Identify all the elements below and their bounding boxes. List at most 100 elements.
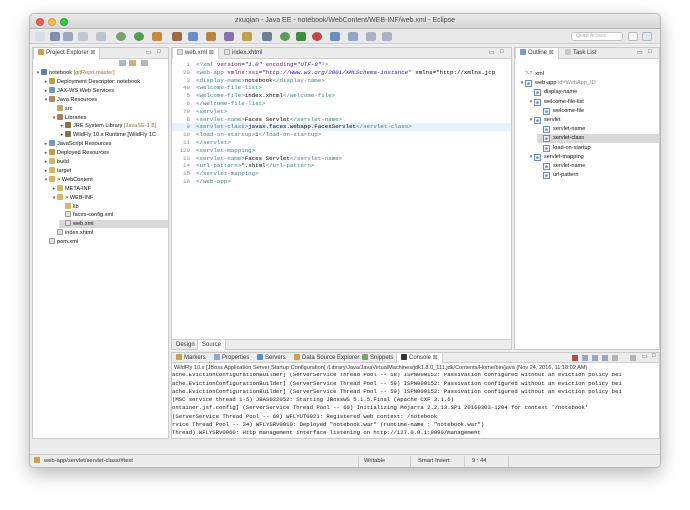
tab-markers[interactable]: Markers [172, 353, 210, 363]
outline-item[interactable]: e servlet-class [537, 134, 659, 144]
code-line[interactable]: 16 </web-app> [172, 178, 511, 186]
open-type-icon[interactable] [206, 32, 216, 41]
outline-item[interactable]: ▾ e servlet [528, 116, 659, 125]
tree-item[interactable]: ▾ Java Resources [43, 95, 168, 104]
outline-item[interactable]: e load-on-startup [537, 144, 659, 153]
outline-item[interactable]: e display-name [528, 88, 659, 97]
tab-outline[interactable]: Outline ⊠ [515, 48, 559, 59]
tab-project-explorer[interactable]: Project Explorer ⊠ [33, 48, 101, 59]
tab-servers[interactable]: Servers [253, 353, 290, 363]
close-icon[interactable]: ⊠ [209, 50, 214, 56]
back-icon[interactable] [366, 32, 376, 41]
search-icon[interactable] [224, 32, 234, 41]
code-line[interactable]: 8 <servlet-name>Faces Servlet</servlet-n… [172, 116, 511, 124]
tab-snippets[interactable]: Snippets [358, 353, 397, 363]
stop-server-icon[interactable] [312, 32, 322, 41]
outline-item[interactable]: e servlet-name [537, 125, 659, 134]
outline-item[interactable]: e url-pattern [537, 171, 659, 180]
code-line[interactable]: 5 <welcome-file>index.xhtml</welcome-fil… [172, 92, 511, 100]
minimize-icon[interactable]: ▭ [642, 353, 648, 360]
code-line[interactable]: 11 </servlet> [172, 139, 511, 147]
code-line[interactable]: 7⊖ <servlet> [172, 108, 511, 116]
link-with-editor-icon[interactable] [129, 60, 136, 66]
close-icon[interactable]: ⊠ [431, 355, 438, 361]
tree-item[interactable]: ▾ > WEB-INF [51, 193, 168, 202]
open-console-icon[interactable] [630, 355, 636, 361]
tree-item[interactable]: ▾ > WebContent [43, 175, 168, 184]
print-icon[interactable] [78, 32, 88, 41]
tree-item[interactable]: ▾ Libraries [51, 113, 168, 122]
java-ee-perspective-icon[interactable] [642, 32, 652, 41]
last-edit-icon[interactable] [348, 32, 358, 41]
code-line[interactable]: 9 <servlet-class>javax.faces.webapp.Face… [172, 123, 511, 132]
outline-item[interactable]: e welcome-file [537, 107, 659, 116]
collapse-all-icon[interactable] [119, 60, 126, 66]
tree-item[interactable]: ▸ JRE System Library [JavaSE-1.8] [59, 122, 168, 130]
run-icon[interactable] [134, 32, 144, 41]
tree-item[interactable]: ▸ Deployment Descriptor: notebook [43, 77, 168, 86]
tree-item[interactable]: faces-config.xml [59, 211, 168, 219]
tab-console[interactable]: Console ⊠ [396, 353, 443, 363]
quick-access-input[interactable]: Quick Access [571, 32, 623, 41]
outline-item[interactable]: ▾ e servlet-mapping [528, 153, 659, 162]
tab-web-xml[interactable]: web.xml ⊠ [172, 48, 219, 59]
minimize-icon[interactable]: ▭ [489, 49, 495, 56]
code-line[interactable]: 3 <display-name>notebook</display-name> [172, 77, 511, 85]
tree-item[interactable]: src [51, 104, 168, 113]
tree-item[interactable]: ▸ WildFly 10.x Runtime [WildFly 1C [59, 131, 168, 139]
tree-item[interactable]: ▸ META-INF [51, 184, 168, 193]
tree-item[interactable]: web.xml [59, 220, 168, 229]
scroll-lock-icon[interactable] [592, 355, 598, 361]
code-line[interactable]: 12⊖ <servlet-mapping> [172, 147, 511, 155]
close-icon[interactable]: ⊠ [549, 50, 554, 56]
tab-task-list[interactable]: Task List [561, 48, 600, 59]
word-wrap-icon[interactable] [602, 355, 608, 361]
maximize-icon[interactable]: □ [648, 49, 652, 55]
save-all-icon[interactable] [63, 32, 73, 41]
code-line[interactable]: 13 <servlet-name>Faces Servlet</servlet-… [172, 155, 511, 163]
display-console-icon[interactable] [612, 355, 618, 361]
new-java-package-icon[interactable] [172, 32, 182, 41]
new-class-icon[interactable] [188, 32, 198, 41]
publish-icon[interactable] [296, 32, 306, 41]
debug-icon[interactable] [116, 32, 126, 41]
tab-design[interactable]: Design [172, 340, 199, 350]
outline-item[interactable]: ▾ e welcome-file-list [528, 98, 659, 107]
server-icon[interactable] [262, 32, 272, 41]
tab-properties[interactable]: Properties [210, 353, 253, 363]
tree-item[interactable]: lib [59, 202, 168, 211]
outline-item[interactable]: e servlet-name [537, 162, 659, 171]
tree-item[interactable]: ▸ JAX-WS Web Services [43, 86, 168, 95]
tree-item[interactable]: ▸ Deployed Resources [43, 149, 168, 157]
forward-icon[interactable] [382, 32, 392, 41]
profile-icon[interactable] [330, 32, 340, 41]
code-line[interactable]: 14 <url-pattern>*.xhtml</url-pattern> [172, 162, 511, 170]
start-server-icon[interactable] [280, 32, 290, 41]
code-line[interactable]: 15 </servlet-mapping> [172, 170, 511, 178]
code-line[interactable]: 6 </welcome-file-list> [172, 100, 511, 108]
tab-source[interactable]: Source [197, 340, 227, 350]
close-icon[interactable]: ⊠ [90, 50, 95, 56]
terminate-icon[interactable] [572, 355, 578, 361]
minimize-icon[interactable]: ▭ [637, 49, 643, 56]
tree-item[interactable]: ▸ target [43, 166, 168, 175]
external-tools-icon[interactable] [152, 32, 162, 41]
tree-item[interactable]: pom.xml [43, 238, 168, 246]
open-task-icon[interactable] [242, 32, 252, 41]
tree-item[interactable]: ▸ JavaScript Resources [43, 140, 168, 148]
view-menu-icon[interactable] [141, 60, 148, 66]
open-perspective-icon[interactable] [628, 32, 638, 41]
new-icon[interactable] [35, 32, 45, 41]
code-line[interactable]: 2⊖ <web-app xmlns:xsi="http://www.w3.org/… [172, 69, 511, 77]
tree-item[interactable]: ▸ build [43, 158, 168, 166]
xml-source-editor[interactable]: 1 <?xml version="1.0" encoding="UTF-8"?> 2… [172, 61, 511, 331]
maximize-icon[interactable]: □ [500, 49, 504, 55]
tab-index-xhtml[interactable]: index.xhtml [220, 48, 266, 59]
tree-item[interactable]: ▾ notebook [gitRepo master] [35, 69, 168, 77]
tree-item[interactable]: index.xhtml [51, 229, 168, 237]
tab-data-source-explorer[interactable]: Data Source Explorer [290, 353, 363, 363]
maximize-icon[interactable]: □ [652, 353, 656, 359]
code-line[interactable]: 1 <?xml version="1.0" encoding="UTF-8"?> [172, 61, 511, 69]
save-icon[interactable] [50, 32, 60, 41]
outline-item[interactable]: ?-? xml [519, 70, 659, 79]
